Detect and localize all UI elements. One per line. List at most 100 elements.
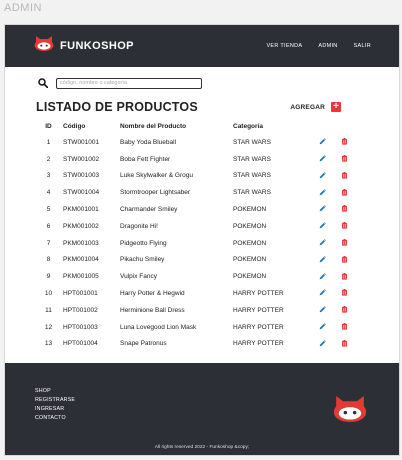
nav-admin[interactable]: ADMIN <box>318 43 337 49</box>
funko-head-icon[interactable] <box>331 394 369 429</box>
top-nav: VER TIENDA ADMIN SALIR <box>266 43 371 49</box>
cell-name: Luke Skylwalker & Grogu <box>120 172 193 180</box>
pencil-icon[interactable] <box>318 138 326 146</box>
table-row: 10 HPT001001 Harry Potter & Hegwid HARRY PO… <box>34 285 355 302</box>
trash-icon[interactable] <box>340 289 348 297</box>
cell-id: 6 <box>46 222 51 230</box>
pencil-icon[interactable] <box>318 272 326 280</box>
cell-category: POKEMON <box>233 222 267 230</box>
brand-logo[interactable]: FUNKOSHOP <box>33 35 134 57</box>
pencil-icon[interactable] <box>318 238 326 246</box>
cell-id: 5 <box>46 206 51 214</box>
cell-name: Pidgeotto Flying <box>120 239 167 247</box>
footer-link-shop[interactable]: SHOP <box>35 388 75 394</box>
nav-ver-tienda[interactable]: VER TIENDA <box>266 43 302 49</box>
cell-code: PKM001002 <box>63 222 99 230</box>
pencil-icon[interactable] <box>318 154 326 162</box>
trash-icon[interactable] <box>340 238 348 246</box>
app-frame: FUNKOSHOP VER TIENDA ADMIN SALIR LISTADO… <box>4 24 400 456</box>
cell-category: POKEMON <box>233 256 267 264</box>
trash-icon[interactable] <box>340 339 348 347</box>
nav-salir[interactable]: SALIR <box>354 43 371 49</box>
cell-name: Snape Patronus <box>120 340 167 348</box>
table-row: 7 PKM001003 Pidgeotto Flying POKEMON <box>34 235 355 252</box>
cell-category: POKEMON <box>233 239 267 247</box>
pencil-icon[interactable] <box>318 289 326 297</box>
col-header-id: ID <box>45 122 52 130</box>
cell-id: 2 <box>46 155 51 163</box>
footer-link-ingresar[interactable]: INGRESAR <box>35 406 75 412</box>
cell-code: HPT001004 <box>63 340 98 348</box>
cell-code: PKM001005 <box>63 273 99 281</box>
cell-name: Baby Yoda Blueball <box>120 138 177 146</box>
search-bar <box>36 76 399 90</box>
cell-id: 3 <box>46 172 51 180</box>
trash-icon[interactable] <box>340 138 348 146</box>
header: FUNKOSHOP VER TIENDA ADMIN SALIR <box>5 25 399 67</box>
brand-name: FUNKOSHOP <box>60 40 134 52</box>
col-header-code: Código <box>63 122 86 130</box>
search-icon[interactable] <box>36 76 50 90</box>
pencil-icon[interactable] <box>318 171 326 179</box>
footer-link-contacto[interactable]: CONTACTO <box>35 415 75 421</box>
cell-id: 10 <box>44 290 53 298</box>
table-row: 5 PKM001001 Charmander Smiley POKEMON <box>34 201 355 218</box>
pencil-icon[interactable] <box>318 222 326 230</box>
cell-category: POKEMON <box>233 273 267 281</box>
cell-name: Luna Lovegood Lion Mask <box>120 323 197 331</box>
add-product[interactable]: AGREGAR + <box>290 102 341 112</box>
cell-code: PKM001004 <box>63 256 99 264</box>
add-label[interactable]: AGREGAR <box>290 104 325 111</box>
pencil-icon[interactable] <box>318 306 326 314</box>
plus-icon[interactable]: + <box>331 102 341 112</box>
cell-id: 4 <box>46 189 51 197</box>
trash-icon[interactable] <box>340 205 348 213</box>
table-row: 9 PKM001005 Vulpix Fancy POKEMON <box>34 268 355 285</box>
trash-icon[interactable] <box>340 188 348 196</box>
cell-category: HARRY POTTER <box>233 290 284 298</box>
footer: SHOP REGISTRARSE INGRESAR CONTACTO All r… <box>5 363 399 455</box>
cell-category: STAR WARS <box>233 138 271 146</box>
pencil-icon[interactable] <box>318 255 326 263</box>
search-input[interactable] <box>56 77 202 89</box>
cell-category: POKEMON <box>233 206 267 214</box>
page-label: ADMIN <box>4 2 42 14</box>
cell-category: STAR WARS <box>233 172 271 180</box>
trash-icon[interactable] <box>340 272 348 280</box>
cell-code: HPT001003 <box>63 323 98 331</box>
cell-code: PKM001003 <box>63 239 99 247</box>
cell-name: Pikachu Smiley <box>120 256 165 264</box>
products-table: ID Código Nombre del Producto Categoría … <box>34 118 355 352</box>
table-row: 8 PKM001004 Pikachu Smiley POKEMON <box>34 252 355 269</box>
cell-category: STAR WARS <box>233 189 271 197</box>
cell-name: Vulpix Fancy <box>120 273 157 281</box>
cell-id: 13 <box>44 340 53 348</box>
footer-link-registrarse[interactable]: REGISTRARSE <box>35 397 75 403</box>
pencil-icon[interactable] <box>318 188 326 196</box>
trash-icon[interactable] <box>340 171 348 179</box>
trash-icon[interactable] <box>340 306 348 314</box>
pencil-icon[interactable] <box>318 339 326 347</box>
cell-code: STW001004 <box>63 189 100 197</box>
trash-icon[interactable] <box>340 255 348 263</box>
trash-icon[interactable] <box>340 154 348 162</box>
table-row: 3 STW001003 Luke Skylwalker & Grogu STAR WA… <box>34 168 355 185</box>
cell-id: 12 <box>44 323 53 331</box>
cell-category: HARRY POTTER <box>233 340 284 348</box>
cell-code: STW001002 <box>63 155 100 163</box>
cell-name: Boba Fett Fighter <box>120 155 171 163</box>
trash-icon[interactable] <box>340 322 348 330</box>
pencil-icon[interactable] <box>318 205 326 213</box>
pencil-icon[interactable] <box>318 322 326 330</box>
cell-name: Dragonite Hi! <box>120 222 158 230</box>
cell-name: Charmander Smiley <box>120 206 178 214</box>
trash-icon[interactable] <box>340 222 348 230</box>
table-row: 1 STW001001 Baby Yoda Blueball STAR WARS <box>34 134 355 151</box>
cell-name: Harry Potter & Hegwid <box>120 290 185 298</box>
table-row: 12 HPT001003 Luna Lovegood Lion Mask HARRY … <box>34 319 355 336</box>
cell-name: Stormtrooper Lightsaber <box>120 189 191 197</box>
cell-category: HARRY POTTER <box>233 323 284 331</box>
col-header-category: Categoría <box>233 122 263 130</box>
copyright: All rights reserved 2022 - Funkoshop &co… <box>154 445 250 450</box>
footer-links: SHOP REGISTRARSE INGRESAR CONTACTO <box>35 388 75 421</box>
